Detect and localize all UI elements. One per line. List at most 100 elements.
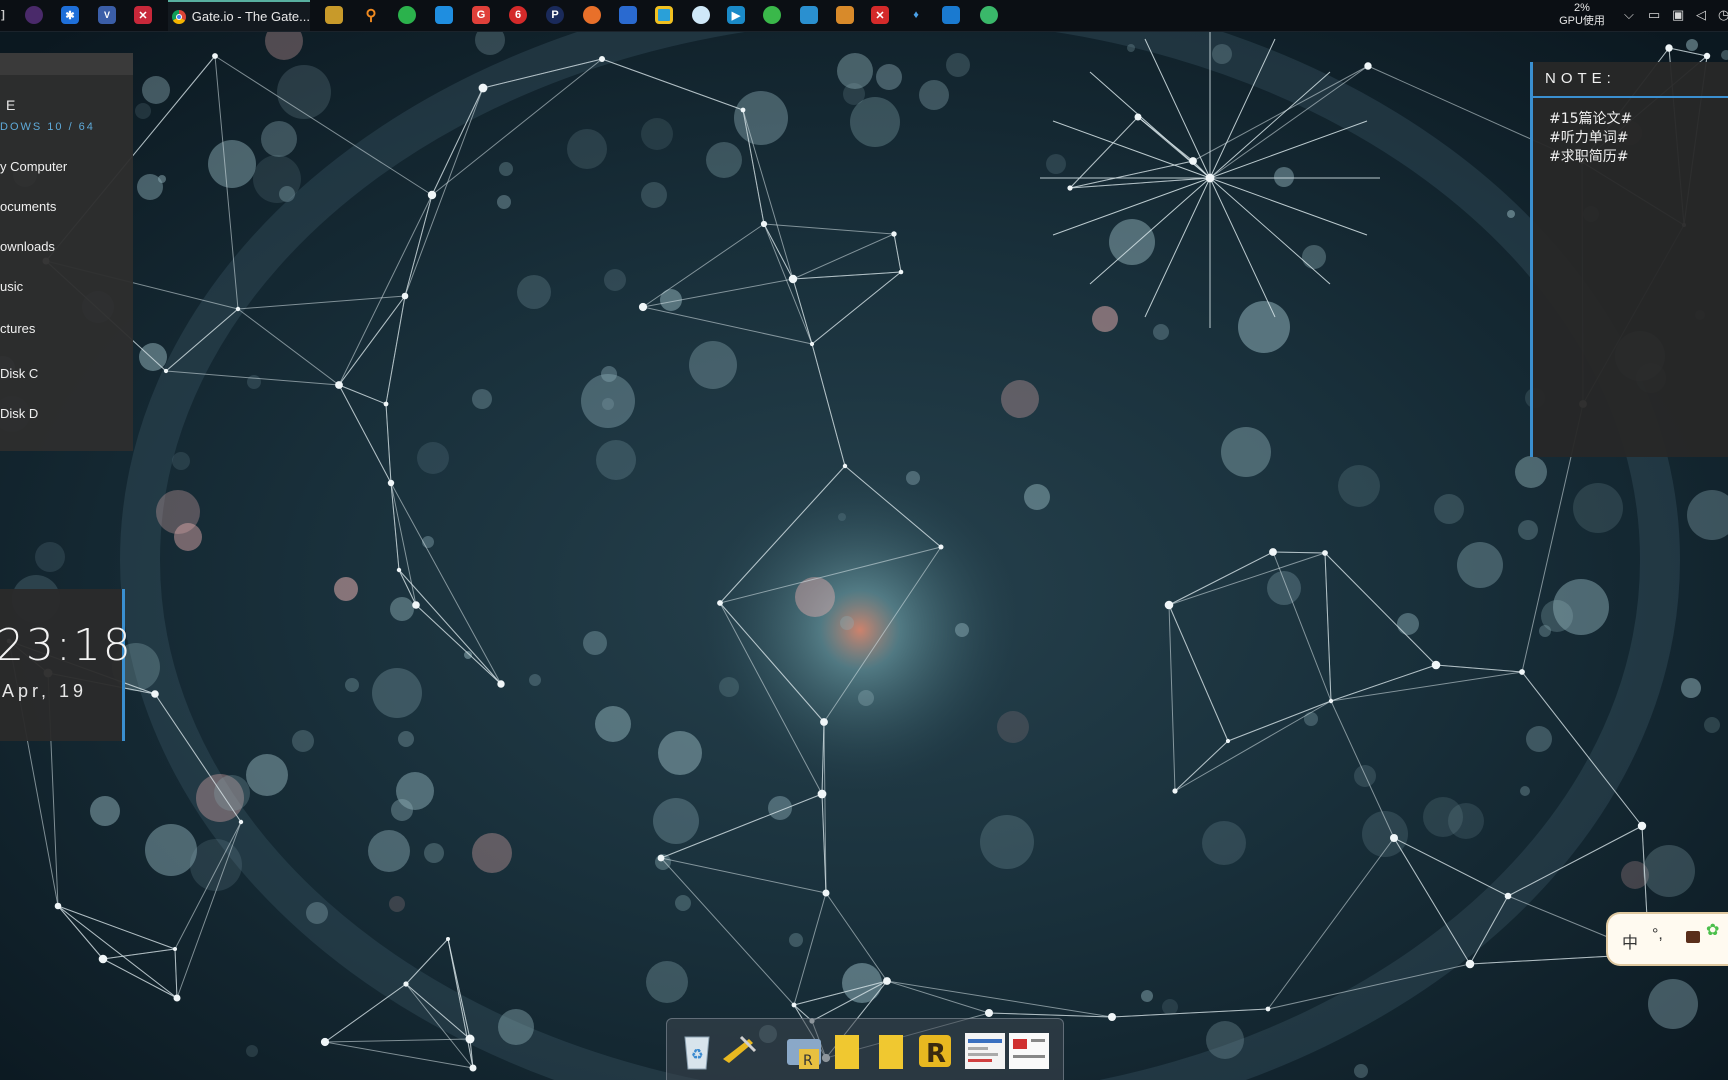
- ime-punctuation[interactable]: °,: [1652, 926, 1663, 944]
- eclipse-icon[interactable]: [25, 6, 43, 24]
- firefox-icon[interactable]: [583, 6, 601, 24]
- bokeh-dot: [734, 91, 788, 145]
- remote-icon[interactable]: [435, 6, 453, 24]
- network-node: [478, 83, 488, 93]
- ime-skin-icon[interactable]: [1686, 931, 1700, 943]
- launcher-item-documents[interactable]: ocuments: [0, 199, 56, 214]
- network-node: [1322, 550, 1328, 556]
- bokeh-dot: [850, 97, 900, 147]
- network-node: [760, 220, 768, 228]
- launcher-subtitle: DOWS 10 / 64: [0, 121, 95, 133]
- bokeh-dot: [604, 269, 626, 291]
- git-icon[interactable]: ♦: [907, 6, 925, 24]
- vs-icon[interactable]: V: [98, 6, 116, 24]
- gpu-usage[interactable]: 2% GPU使用: [1552, 2, 1612, 28]
- bokeh-dot: [675, 895, 691, 911]
- tray-clock-icon[interactable]: ◷: [1718, 7, 1728, 23]
- launcher-item-downloads[interactable]: ownloads: [0, 239, 55, 254]
- launcher-item-disk-c[interactable]: Disk C: [0, 366, 38, 381]
- network-node: [740, 107, 746, 113]
- xiaomi-icon[interactable]: G: [472, 6, 490, 24]
- bokeh-dot: [653, 798, 699, 844]
- screenshot-2-icon[interactable]: [1009, 1029, 1049, 1071]
- tray-chevron-icon[interactable]: ⌵: [1624, 7, 1634, 23]
- bokeh-dot: [334, 577, 358, 601]
- note-line[interactable]: #15篇论文#: [1549, 108, 1632, 128]
- note-line[interactable]: #听力单词#: [1549, 127, 1628, 147]
- tools-icon[interactable]: [719, 1029, 759, 1071]
- dock-bar: ♻ R R: [666, 1018, 1064, 1080]
- network-node: [1504, 892, 1512, 900]
- ball-icon[interactable]: [980, 6, 998, 24]
- mail-icon[interactable]: [325, 6, 343, 24]
- tray-network-icon[interactable]: ▣: [1672, 7, 1684, 23]
- bokeh-dot: [789, 933, 803, 947]
- cloud-icon[interactable]: [692, 6, 710, 24]
- wechat-icon[interactable]: [398, 6, 416, 24]
- launcher-item-disk-d[interactable]: Disk D: [0, 406, 38, 421]
- bokeh-dot: [795, 577, 835, 617]
- taskbar-chrome-window[interactable]: Gate.io - The Gate...: [168, 0, 310, 31]
- netease-icon[interactable]: 6: [509, 6, 527, 24]
- bokeh-dot: [581, 374, 635, 428]
- network-node: [1164, 600, 1174, 610]
- note-line[interactable]: #求职简历#: [1549, 146, 1628, 166]
- video-icon[interactable]: ▶: [727, 6, 745, 24]
- network-node: [817, 789, 827, 799]
- network-node: [235, 306, 241, 312]
- recycle-bin-icon[interactable]: ♻: [677, 1029, 717, 1071]
- bokeh-dot: [1434, 494, 1464, 524]
- svg-text:R: R: [803, 1053, 813, 1069]
- bokeh-dot: [1274, 167, 1294, 187]
- bokeh-dot: [368, 830, 410, 872]
- network-node: [1225, 738, 1231, 744]
- bokeh-dot: [1397, 613, 1419, 635]
- bokeh-dot: [498, 1009, 534, 1045]
- pdf-icon[interactable]: [619, 6, 637, 24]
- bokeh-dot: [641, 118, 673, 150]
- bokeh-dot: [1162, 999, 1178, 1015]
- r-app-icon[interactable]: R: [915, 1029, 955, 1071]
- folder-yellow-2-icon[interactable]: [871, 1029, 911, 1071]
- launcher-item-music[interactable]: usic: [0, 279, 23, 294]
- bokeh-dot: [1423, 797, 1463, 837]
- bokeh-dot: [1354, 1064, 1368, 1078]
- folder-yellow-icon[interactable]: [827, 1029, 867, 1071]
- note-widget[interactable]: NOTE: #15篇论文# #听力单词# #求职简历#: [1530, 62, 1728, 457]
- network-node: [1328, 698, 1334, 704]
- xshell-icon[interactable]: ✕: [871, 6, 889, 24]
- start-bracket[interactable]: ]: [0, 6, 6, 24]
- search-icon[interactable]: ⚲: [362, 6, 380, 24]
- square-icon[interactable]: [655, 6, 673, 24]
- bokeh-dot: [156, 490, 200, 534]
- bokeh-dot: [306, 902, 328, 924]
- ime-toolbar[interactable]: 中 °, ✿: [1606, 912, 1728, 966]
- bokeh-dot: [1681, 678, 1701, 698]
- launcher-item-my-computer[interactable]: y Computer: [0, 159, 67, 174]
- svg-text:R: R: [926, 1039, 946, 1069]
- launcher-item-pictures[interactable]: ctures: [0, 321, 35, 336]
- p-icon[interactable]: P: [546, 6, 564, 24]
- bokeh-dot: [583, 631, 607, 655]
- bokeh-dot: [719, 677, 739, 697]
- bokeh-dot: [499, 162, 513, 176]
- clock-widget: 23:18 Apr, 19: [0, 589, 131, 741]
- network-node: [1265, 1006, 1271, 1012]
- network-node: [891, 231, 897, 237]
- tray-battery-icon[interactable]: ▭: [1648, 7, 1660, 23]
- network-icon[interactable]: [800, 6, 818, 24]
- app-star-icon[interactable]: ✱: [61, 6, 79, 24]
- tray-volume-icon[interactable]: ◁: [1696, 7, 1706, 23]
- bokeh-dot: [1212, 44, 1232, 64]
- bokeh-dot: [464, 651, 472, 659]
- screenshot-1-icon[interactable]: [965, 1029, 1005, 1071]
- vscode-icon[interactable]: [942, 6, 960, 24]
- x-mind-icon[interactable]: ✕: [134, 6, 152, 24]
- leaf-icon[interactable]: [763, 6, 781, 24]
- ime-mode[interactable]: 中: [1622, 929, 1638, 953]
- bokeh-dot: [139, 343, 167, 371]
- folder-r-icon[interactable]: R: [785, 1029, 825, 1071]
- bokeh-dot: [389, 896, 405, 912]
- box-icon[interactable]: [836, 6, 854, 24]
- clock-time: 23:18: [0, 620, 133, 671]
